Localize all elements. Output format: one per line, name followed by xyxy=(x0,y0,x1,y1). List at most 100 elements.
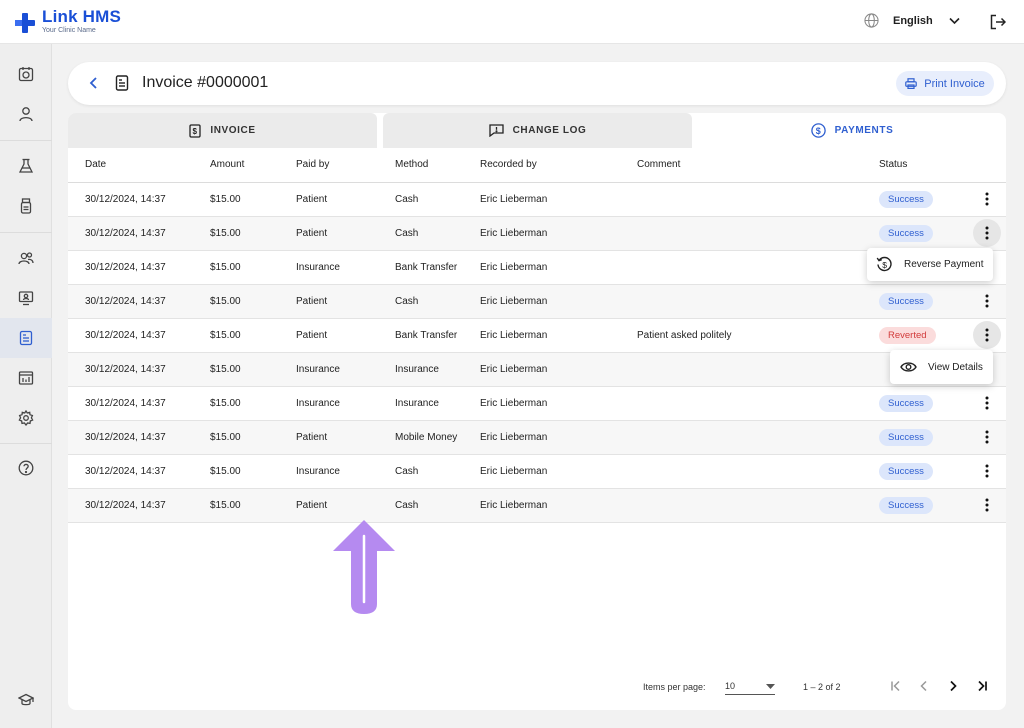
next-page-button[interactable] xyxy=(945,678,961,694)
col-header-amount[interactable]: Amount xyxy=(210,148,296,183)
more-vertical-icon xyxy=(985,328,989,342)
cell-paid-by: Patient xyxy=(296,488,395,523)
cell-method: Insurance xyxy=(395,386,480,421)
tab-invoice[interactable]: $ INVOICE xyxy=(68,113,377,148)
language-selector[interactable]: English xyxy=(864,13,960,28)
cell-date: 30/12/2024, 14:37 xyxy=(68,318,210,353)
sidebar-item-patients[interactable] xyxy=(0,94,52,134)
view-details-label: View Details xyxy=(928,361,983,373)
cell-actions xyxy=(969,182,1006,217)
previous-page-button[interactable] xyxy=(916,678,932,694)
cell-recorded-by: Eric Lieberman xyxy=(480,488,637,523)
monitor-icon xyxy=(18,291,34,306)
page-range: 1 – 2 of 2 xyxy=(803,682,841,692)
cell-status: Success xyxy=(879,216,969,251)
col-header-method[interactable]: Method xyxy=(395,148,480,183)
table-row[interactable]: 30/12/2024, 14:37 $15.00 Insurance Bank Tra… xyxy=(68,250,1006,285)
col-header-date[interactable]: Date xyxy=(68,148,210,183)
first-page-button[interactable] xyxy=(888,678,904,694)
sidebar-item-monitor[interactable] xyxy=(0,278,52,318)
cell-paid-by: Insurance xyxy=(296,250,395,285)
cell-actions xyxy=(969,386,1006,421)
cell-recorded-by: Eric Lieberman xyxy=(480,216,637,251)
cell-comment xyxy=(637,420,879,455)
svg-text:$: $ xyxy=(882,260,887,270)
status-badge: Success xyxy=(879,190,933,208)
sidebar-item-billing[interactable] xyxy=(0,318,52,358)
reverse-payment-menu-item[interactable]: $ Reverse Payment xyxy=(867,248,993,281)
pagination: Items per page: 10 1 – 2 of 2 xyxy=(68,671,1006,701)
more-vertical-icon xyxy=(985,498,989,512)
row-menu-button[interactable] xyxy=(973,185,1001,213)
table-row[interactable]: 30/12/2024, 14:37 $15.00 Patient Bank Trans… xyxy=(68,318,1006,353)
change-log-icon xyxy=(488,124,504,137)
svg-text:$: $ xyxy=(815,126,821,136)
table-row[interactable]: 30/12/2024, 14:37 $15.00 Patient Mobile Mon… xyxy=(68,420,1006,455)
table-row[interactable]: 30/12/2024, 14:37 $15.00 Insurance Cash Eric… xyxy=(68,454,1006,489)
col-header-paid-by[interactable]: Paid by xyxy=(296,148,395,183)
table-row[interactable]: 30/12/2024, 14:37 $15.00 Patient Cash Eric L… xyxy=(68,216,1006,251)
col-header-status[interactable]: Status xyxy=(879,148,969,183)
row-menu-button[interactable] xyxy=(973,287,1001,315)
row-menu-button[interactable] xyxy=(973,219,1001,247)
cell-paid-by: Insurance xyxy=(296,386,395,421)
clinic-name: Your Clinic Name xyxy=(42,27,96,34)
cell-paid-by: Insurance xyxy=(296,454,395,489)
print-invoice-button[interactable]: Print Invoice xyxy=(896,71,994,96)
cell-actions xyxy=(969,420,1006,455)
table-row[interactable]: 30/12/2024, 14:37 $15.00 Patient Cash Eric L… xyxy=(68,182,1006,217)
cell-amount: $15.00 xyxy=(210,250,296,285)
cell-method: Cash xyxy=(395,454,480,489)
logo[interactable]: Link HMS Your Clinic Name xyxy=(14,8,121,35)
cell-recorded-by: Eric Lieberman xyxy=(480,284,637,319)
items-per-page-select[interactable]: 10 xyxy=(725,677,775,695)
cell-paid-by: Patient xyxy=(296,318,395,353)
row-menu-button[interactable] xyxy=(973,321,1001,349)
last-page-button[interactable] xyxy=(974,678,990,694)
status-badge: Success xyxy=(879,496,933,514)
staff-icon xyxy=(18,252,34,265)
cell-status: Success xyxy=(879,454,969,489)
col-header-comment[interactable]: Comment xyxy=(637,148,879,183)
col-header-recorded-by[interactable]: Recorded by xyxy=(480,148,637,183)
cell-amount: $15.00 xyxy=(210,488,296,523)
cell-actions xyxy=(969,216,1006,251)
row-menu-button[interactable] xyxy=(973,389,1001,417)
table-row[interactable]: 30/12/2024, 14:37 $15.00 Patient Cash Eric L… xyxy=(68,284,1006,319)
row-menu-button[interactable] xyxy=(973,423,1001,451)
status-badge: Success xyxy=(879,394,933,412)
cell-date: 30/12/2024, 14:37 xyxy=(68,250,210,285)
more-vertical-icon xyxy=(985,464,989,478)
sidebar-item-education[interactable] xyxy=(0,680,52,720)
row-menu-button[interactable] xyxy=(973,491,1001,519)
cell-actions xyxy=(969,454,1006,489)
sidebar-item-pharmacy[interactable] xyxy=(0,186,52,226)
view-details-menu-item[interactable]: View Details xyxy=(890,350,993,384)
sidebar-item-reports[interactable] xyxy=(0,358,52,398)
row-menu-button[interactable] xyxy=(973,457,1001,485)
cell-recorded-by: Eric Lieberman xyxy=(480,386,637,421)
cell-amount: $15.00 xyxy=(210,182,296,217)
dropdown-arrow-icon xyxy=(766,684,775,689)
tab-change-log[interactable]: CHANGE LOG xyxy=(383,113,692,148)
page-title: Invoice #0000001 xyxy=(142,74,269,91)
cell-recorded-by: Eric Lieberman xyxy=(480,420,637,455)
back-arrow-icon[interactable] xyxy=(86,74,102,92)
cell-date: 30/12/2024, 14:37 xyxy=(68,420,210,455)
cell-status: Success xyxy=(879,488,969,523)
tab-payments[interactable]: $ PAYMENTS xyxy=(698,113,1006,148)
sidebar-item-staff[interactable] xyxy=(0,238,52,278)
appointments-icon xyxy=(18,67,34,82)
sidebar-item-help[interactable] xyxy=(0,448,52,488)
table-row[interactable]: 30/12/2024, 14:37 $15.00 Insurance Insuranc… xyxy=(68,386,1006,421)
sidebar-item-lab[interactable] xyxy=(0,146,52,186)
education-icon xyxy=(18,693,34,706)
logout-icon[interactable] xyxy=(990,14,1006,30)
sidebar-item-appointments[interactable] xyxy=(0,54,52,94)
sidebar-item-settings[interactable] xyxy=(0,398,52,438)
table-row[interactable]: 30/12/2024, 14:37 $15.00 Patient Cash Eric L… xyxy=(68,488,1006,523)
cell-comment xyxy=(637,488,879,523)
table-row[interactable]: 30/12/2024, 14:37 $15.00 Insurance Insuranc… xyxy=(68,352,1006,387)
cell-status: Success xyxy=(879,386,969,421)
tab-bar: $ INVOICE CHANGE LOG $ PAYMENTS xyxy=(68,113,1006,148)
